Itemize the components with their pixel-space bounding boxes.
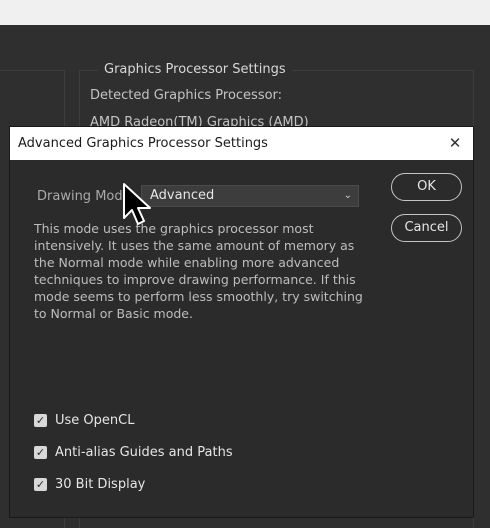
- drawing-mode-select[interactable]: Advanced ⌄: [141, 185, 359, 207]
- 30-bit-display-option[interactable]: ✓ 30 Bit Display: [34, 477, 145, 492]
- close-icon[interactable]: ✕: [445, 133, 465, 153]
- advanced-gpu-dialog: Advanced Graphics Processor Settings ✕ D…: [9, 126, 474, 518]
- checkbox-checked-icon[interactable]: ✓: [34, 478, 47, 491]
- cancel-button[interactable]: Cancel: [391, 214, 462, 242]
- 30-bit-display-label: 30 Bit Display: [55, 477, 146, 492]
- drawing-mode-label: Drawing Mode:: [37, 189, 135, 204]
- anti-alias-label: Anti-alias Guides and Paths: [55, 445, 233, 460]
- mode-description: This mode uses the graphics processor mo…: [34, 221, 363, 321]
- use-opencl-option[interactable]: ✓ Use OpenCL: [34, 413, 134, 428]
- dialog-titlebar[interactable]: Advanced Graphics Processor Settings ✕: [10, 127, 473, 160]
- detected-gpu-label: Detected Graphics Processor:: [90, 88, 283, 103]
- ok-button[interactable]: OK: [391, 173, 462, 201]
- anti-alias-option[interactable]: ✓ Anti-alias Guides and Paths: [34, 445, 233, 460]
- chevron-down-icon: ⌄: [343, 190, 352, 201]
- gpu-settings-title: Graphics Processor Settings: [98, 62, 292, 77]
- use-opencl-label: Use OpenCL: [55, 413, 135, 428]
- mouse-pointer-icon: [123, 183, 151, 225]
- checkbox-checked-icon[interactable]: ✓: [34, 446, 47, 459]
- top-strip: [0, 0, 490, 25]
- checkbox-checked-icon[interactable]: ✓: [34, 414, 47, 427]
- dialog-title: Advanced Graphics Processor Settings: [18, 136, 268, 151]
- drawing-mode-value: Advanced: [150, 188, 215, 203]
